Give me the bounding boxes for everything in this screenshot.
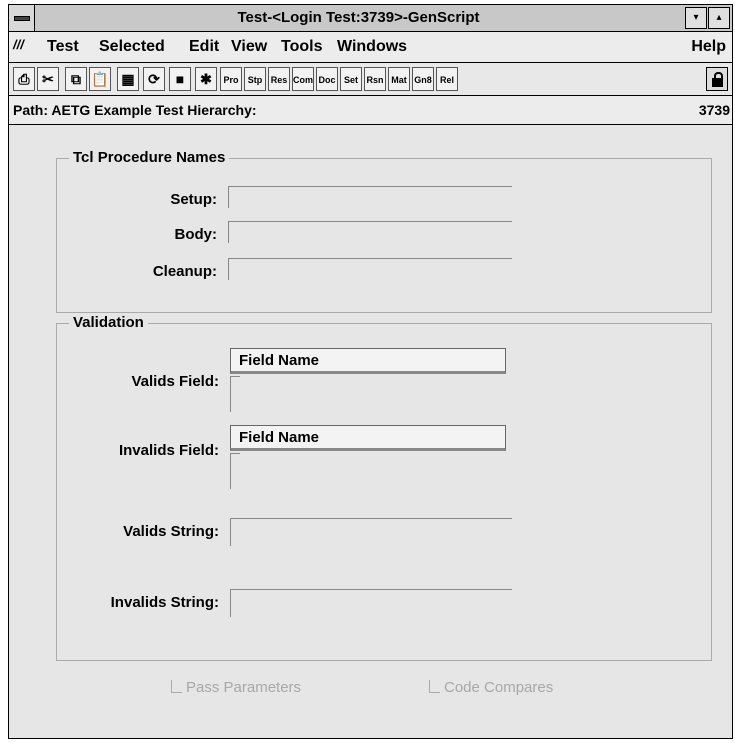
valids-string-label: Valids String: <box>123 523 219 540</box>
body-input[interactable] <box>228 221 512 243</box>
setup-label: Setup: <box>170 191 217 208</box>
print-button[interactable]: ⎙ <box>13 67 35 91</box>
toolbar-button-stp[interactable]: Stp <box>244 67 266 91</box>
invalids-string-label: Invalids String: <box>110 594 219 611</box>
toolbar-button-gn8[interactable]: Gn8 <box>412 67 434 91</box>
menu-test[interactable]: Test <box>47 38 79 56</box>
cleanup-input[interactable] <box>228 258 512 280</box>
run-button[interactable]: ✱ <box>195 67 217 91</box>
path-number: 3739 <box>698 102 730 118</box>
toolbar-button-pro[interactable]: Pro <box>220 67 242 91</box>
toolbar-button-mat[interactable]: Mat <box>388 67 410 91</box>
path-label: Path: AETG Example Test Hierarchy: <box>13 102 257 118</box>
path-bar: Path: AETG Example Test Hierarchy: 3739 <box>9 96 732 125</box>
toolbar-button-rel[interactable]: Rel <box>436 67 458 91</box>
genscript-window: Test-<Login Test:3739>-GenScript ▾ ▴ ///… <box>8 4 733 739</box>
checkbox-box <box>171 680 182 693</box>
invalids-field-list[interactable] <box>230 453 240 489</box>
maximize-button[interactable]: ▴ <box>708 7 730 29</box>
system-menu-icon <box>14 16 30 21</box>
window-title: Test-<Login Test:3739>-GenScript <box>237 9 480 26</box>
print-icon: ⎙ <box>18 71 30 87</box>
toolbar: ⎙ ✂ ⧉ 📋 ▦ ⟳ ■ ✱ Pro Stp Res Com Doc Set … <box>9 63 732 96</box>
pass-parameters-checkbox[interactable]: Pass Parameters <box>171 679 301 696</box>
tcl-group-title: Tcl Procedure Names <box>69 149 230 166</box>
cut-icon: ✂ <box>42 71 54 87</box>
cut-button[interactable]: ✂ <box>37 67 59 91</box>
toolbar-button-set[interactable]: Set <box>340 67 362 91</box>
validation-group-title: Validation <box>69 314 148 331</box>
menu-help[interactable]: Help <box>691 38 726 56</box>
title-bar: Test-<Login Test:3739>-GenScript ▾ ▴ <box>9 5 732 32</box>
maximize-icon: ▴ <box>716 12 722 23</box>
toolbar-button-doc[interactable]: Doc <box>316 67 338 91</box>
toolbar-button-res[interactable]: Res <box>268 67 290 91</box>
minimize-button[interactable]: ▾ <box>685 7 707 29</box>
checkbox-box <box>429 680 440 693</box>
validation-group: Validation Valids Field: Field Name Inva… <box>56 314 712 661</box>
hierarchy-icon: ▦ <box>121 71 135 87</box>
cleanup-label: Cleanup: <box>152 263 217 280</box>
run-icon: ✱ <box>200 71 212 87</box>
pass-parameters-label: Pass Parameters <box>186 679 302 696</box>
menu-selected[interactable]: Selected <box>99 38 165 56</box>
lock-button[interactable] <box>706 67 728 91</box>
paste-button[interactable]: 📋 <box>89 67 111 91</box>
menu-tools[interactable]: Tools <box>281 38 322 56</box>
hierarchy-button[interactable]: ▦ <box>117 67 139 91</box>
invalids-field-label: Invalids Field: <box>118 442 219 459</box>
toolbar-button-com[interactable]: Com <box>292 67 314 91</box>
invalids-field-column-header[interactable]: Field Name <box>230 425 506 451</box>
valids-field-list[interactable] <box>230 376 240 412</box>
app-logo-icon: /// <box>13 37 24 52</box>
invalids-string-input[interactable] <box>230 589 512 617</box>
menu-view[interactable]: View <box>231 38 267 56</box>
valids-field-column-header[interactable]: Field Name <box>230 348 506 374</box>
minimize-icon: ▾ <box>693 12 699 23</box>
code-compares-checkbox[interactable]: Code Compares <box>429 679 553 696</box>
save-button[interactable]: ■ <box>169 67 191 91</box>
menu-bar: /// Test Selected Edit View Tools Window… <box>9 32 732 63</box>
code-compares-label: Code Compares <box>444 679 554 696</box>
refresh-icon: ⟳ <box>148 71 160 87</box>
body-label: Body: <box>174 226 218 243</box>
copy-button[interactable]: ⧉ <box>65 67 87 91</box>
valids-string-input[interactable] <box>230 518 512 546</box>
refresh-button[interactable]: ⟳ <box>143 67 165 91</box>
tcl-procedure-names-group: Tcl Procedure Names Setup: Body: Cleanup… <box>56 149 712 313</box>
setup-input[interactable] <box>228 186 512 208</box>
copy-icon: ⧉ <box>71 71 81 87</box>
menu-edit[interactable]: Edit <box>189 38 219 56</box>
paste-icon: 📋 <box>91 71 109 87</box>
save-icon: ■ <box>175 71 185 87</box>
menu-windows[interactable]: Windows <box>337 38 407 56</box>
toolbar-button-rsn[interactable]: Rsn <box>364 67 386 91</box>
system-menu-button[interactable] <box>9 5 35 31</box>
valids-field-label: Valids Field: <box>131 373 219 390</box>
